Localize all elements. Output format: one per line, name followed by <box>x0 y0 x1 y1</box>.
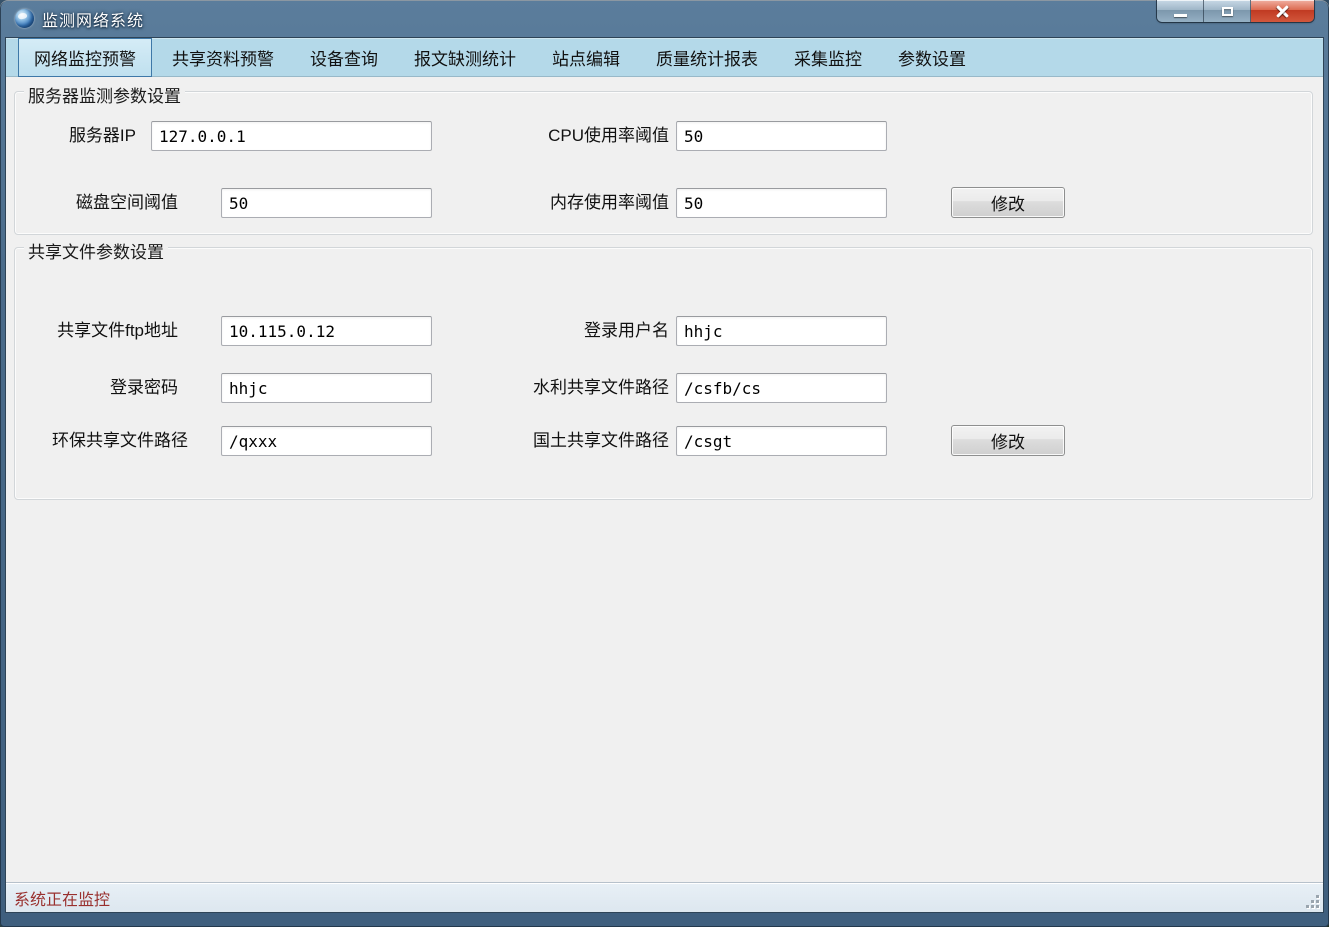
env-share-path-label: 环保共享文件路径 <box>16 426 188 456</box>
login-password-label: 登录密码 <box>16 373 178 403</box>
tab-shared-data-alert[interactable]: 共享资料预警 <box>156 38 290 77</box>
client-area: 网络监控预警 共享资料预警 设备查询 报文缺测统计 站点编辑 质量统计报表 采集… <box>5 37 1324 913</box>
disk-threshold-label: 磁盘空间阈值 <box>24 188 178 218</box>
globe-app-icon <box>15 9 34 28</box>
share-modify-button[interactable]: 修改 <box>951 425 1065 456</box>
land-share-path-input[interactable] <box>676 426 887 456</box>
status-message: 系统正在监控 <box>14 886 110 910</box>
tab-station-edit[interactable]: 站点编辑 <box>536 38 636 77</box>
maximize-button[interactable] <box>1204 0 1251 22</box>
cpu-threshold-input[interactable] <box>676 121 887 151</box>
tab-quality-report[interactable]: 质量统计报表 <box>640 38 774 77</box>
water-share-path-input[interactable] <box>676 373 887 403</box>
tab-missing-report-stats[interactable]: 报文缺测统计 <box>398 38 532 77</box>
login-username-input[interactable] <box>676 316 887 346</box>
server-params-group-title: 服务器监测参数设置 <box>24 82 185 107</box>
login-username-label: 登录用户名 <box>466 316 669 346</box>
disk-threshold-input[interactable] <box>221 188 432 218</box>
close-button[interactable] <box>1251 0 1314 22</box>
resize-grip[interactable] <box>1305 894 1320 909</box>
water-share-path-label: 水利共享文件路径 <box>466 373 669 403</box>
maximize-icon <box>1222 7 1233 16</box>
server-ip-label: 服务器IP <box>24 121 136 151</box>
memory-threshold-input[interactable] <box>676 188 887 218</box>
tab-network-monitor-alert[interactable]: 网络监控预警 <box>18 38 152 77</box>
tab-parameter-settings[interactable]: 参数设置 <box>882 38 982 77</box>
ftp-address-input[interactable] <box>221 316 432 346</box>
network-monitor-alert-page: 服务器监测参数设置 服务器IP CPU使用率阈值 磁盘空间阈值 内存使用率阈值 … <box>6 77 1323 882</box>
close-icon <box>1276 5 1289 18</box>
memory-threshold-label: 内存使用率阈值 <box>466 188 669 218</box>
minimize-icon <box>1174 14 1187 17</box>
share-params-group-title: 共享文件参数设置 <box>24 238 168 263</box>
titlebar[interactable]: 监测网络系统 <box>5 0 1324 37</box>
cpu-threshold-label: CPU使用率阈值 <box>466 121 669 151</box>
server-modify-button[interactable]: 修改 <box>951 187 1065 218</box>
ftp-address-label: 共享文件ftp地址 <box>16 316 178 346</box>
login-password-input[interactable] <box>221 373 432 403</box>
tab-strip: 网络监控预警 共享资料预警 设备查询 报文缺测统计 站点编辑 质量统计报表 采集… <box>6 38 1323 77</box>
land-share-path-label: 国土共享文件路径 <box>466 426 669 456</box>
window-title: 监测网络系统 <box>42 7 144 31</box>
app-window: 监测网络系统 网络监控预警 共享资料预警 设备查询 报文缺测统计 站点编辑 质量… <box>0 0 1329 927</box>
minimize-button[interactable] <box>1157 0 1204 22</box>
window-controls <box>1157 0 1314 22</box>
server-ip-input[interactable] <box>151 121 432 151</box>
tab-device-query[interactable]: 设备查询 <box>294 38 394 77</box>
tab-collection-monitor[interactable]: 采集监控 <box>778 38 878 77</box>
status-bar: 系统正在监控 <box>6 882 1323 912</box>
env-share-path-input[interactable] <box>221 426 432 456</box>
